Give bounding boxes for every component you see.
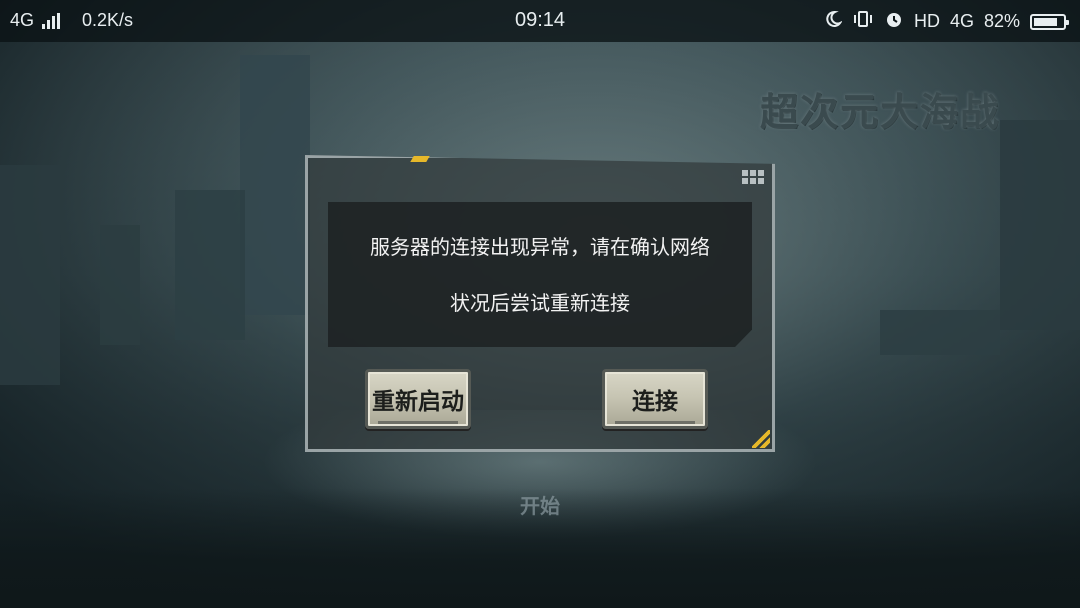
status-bar: 4G 0.2K/s 09:14 HD 4G 82%	[0, 0, 1080, 42]
ruined-building	[175, 190, 245, 340]
start-button[interactable]: 开始	[510, 490, 570, 519]
ruined-building-left	[0, 165, 60, 385]
ruined-bridge	[880, 310, 1000, 355]
network-type-right: 4G	[949, 11, 974, 31]
ruined-post	[100, 225, 140, 345]
battery-icon	[1030, 13, 1069, 30]
restart-button[interactable]: 重新启动	[365, 369, 471, 429]
dialog-grid-icon	[742, 170, 764, 184]
message-line-1: 服务器的连接出现异常，请在确认网络	[370, 234, 710, 259]
moon-icon	[824, 10, 843, 33]
hd-label: HD	[913, 11, 940, 31]
ruined-bridge-pillar	[1000, 120, 1080, 330]
ruined-tower	[240, 55, 310, 315]
alarm-icon	[884, 9, 904, 34]
connect-button[interactable]: 连接	[602, 369, 708, 429]
battery-percent: 82%	[983, 11, 1020, 31]
vibrate-icon	[852, 10, 874, 33]
message-line-2: 状况后尝试重新连接	[450, 290, 630, 315]
dialog-accent-bottom	[752, 430, 770, 448]
game-logo: 超次元大海战	[760, 88, 1001, 134]
dialog-message: 服务器的连接出现异常，请在确认网络 状况后尝试重新连接	[328, 202, 752, 347]
